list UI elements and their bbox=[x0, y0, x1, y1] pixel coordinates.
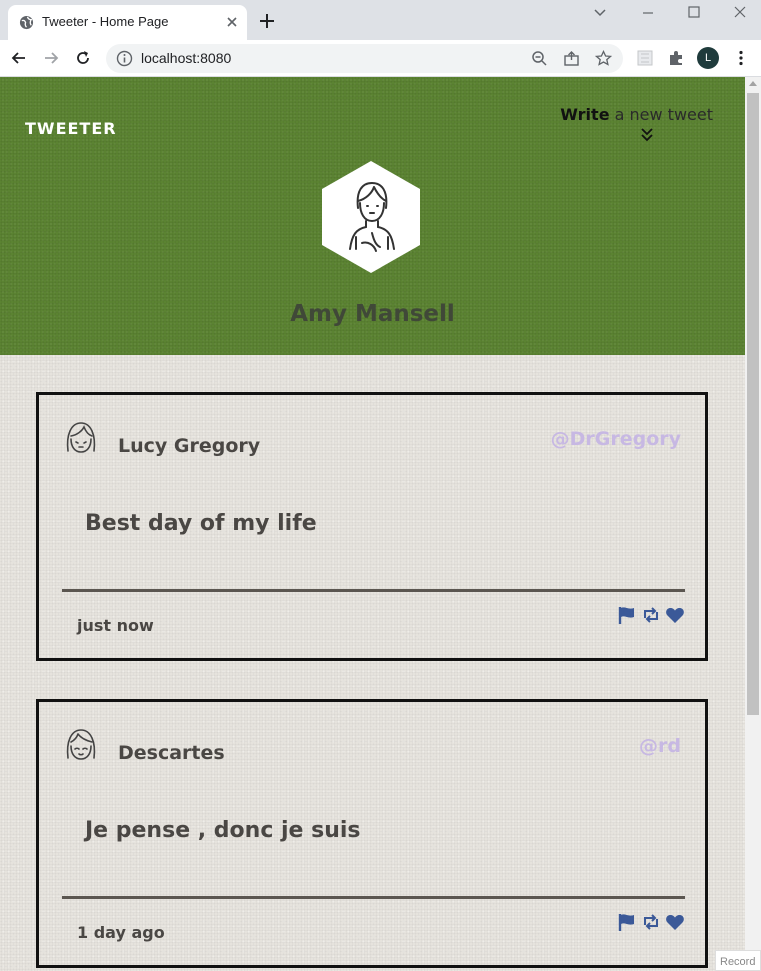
tweet-divider bbox=[62, 896, 685, 899]
scrollbar-thumb[interactable] bbox=[747, 93, 759, 715]
minimize-icon[interactable] bbox=[640, 4, 656, 20]
record-button[interactable]: Record bbox=[715, 950, 761, 971]
vertical-scrollbar[interactable] bbox=[745, 77, 761, 971]
close-window-icon[interactable] bbox=[732, 4, 748, 20]
site-info-icon[interactable] bbox=[116, 50, 133, 67]
user-avatar-icon bbox=[66, 729, 96, 760]
new-tab-icon[interactable] bbox=[258, 12, 276, 30]
tab-search-chevron-icon[interactable] bbox=[592, 4, 608, 20]
compose-rest-text: a new tweet bbox=[609, 105, 713, 124]
profile-avatar[interactable]: L bbox=[697, 47, 719, 69]
extension-puzzle-grid-icon[interactable] bbox=[636, 49, 654, 67]
profile-name: Amy Mansell bbox=[290, 301, 455, 327]
address-bar[interactable]: localhost:8080 bbox=[106, 44, 623, 73]
page-viewport: TWEETER Write a new tweet Amy Mansell Lu… bbox=[0, 77, 745, 971]
maximize-icon[interactable] bbox=[686, 4, 702, 20]
tweet-author-name: Lucy Gregory bbox=[118, 435, 261, 457]
zoom-icon[interactable] bbox=[531, 50, 548, 67]
close-tab-icon[interactable] bbox=[224, 14, 240, 30]
tweet-author-handle: @DrGregory bbox=[550, 428, 681, 450]
user-avatar-icon bbox=[66, 422, 96, 453]
profile-header: TWEETER Write a new tweet Amy Mansell bbox=[0, 77, 745, 355]
extensions-icon[interactable] bbox=[667, 49, 685, 67]
profile-avatar-image bbox=[322, 161, 420, 273]
reload-icon[interactable] bbox=[73, 48, 93, 68]
flag-icon[interactable] bbox=[617, 605, 637, 625]
tweet-actions bbox=[617, 912, 687, 934]
tweet-author-name: Descartes bbox=[118, 742, 225, 764]
brand-logo[interactable]: TWEETER bbox=[25, 119, 117, 138]
browser-tab[interactable]: Tweeter - Home Page bbox=[8, 5, 247, 40]
tweet-body: Je pense , donc je suis bbox=[85, 818, 361, 843]
tweet-author-handle: @rd bbox=[639, 735, 681, 757]
scroll-up-arrow-icon[interactable] bbox=[749, 81, 757, 86]
tab-title: Tweeter - Home Page bbox=[42, 14, 169, 29]
compose-tweet-link[interactable]: Write a new tweet bbox=[560, 105, 713, 124]
retweet-icon[interactable] bbox=[641, 912, 661, 932]
tweet-actions bbox=[617, 605, 687, 627]
back-arrow-icon[interactable] bbox=[9, 48, 29, 68]
double-chevron-down-icon[interactable] bbox=[640, 127, 654, 143]
compose-strong-text: Write bbox=[560, 105, 610, 124]
tweet-body: Best day of my life bbox=[85, 511, 317, 536]
share-icon[interactable] bbox=[563, 50, 580, 67]
tweet-divider bbox=[62, 589, 685, 592]
url-text[interactable]: localhost:8080 bbox=[141, 50, 231, 66]
tweet-timestamp: just now bbox=[77, 616, 154, 635]
browser-toolbar: localhost:8080 L bbox=[0, 40, 761, 77]
tweet-card: Lucy Gregory @DrGregory Best day of my l… bbox=[36, 392, 708, 661]
bookmark-star-icon[interactable] bbox=[595, 50, 612, 67]
forward-arrow-icon[interactable] bbox=[41, 48, 61, 68]
flag-icon[interactable] bbox=[617, 912, 637, 932]
globe-icon bbox=[19, 15, 34, 30]
tweet-card: Descartes @rd Je pense , donc je suis 1 … bbox=[36, 699, 708, 968]
tweet-timestamp: 1 day ago bbox=[77, 923, 165, 942]
heart-icon[interactable] bbox=[665, 912, 685, 932]
heart-icon[interactable] bbox=[665, 605, 685, 625]
more-menu-icon[interactable] bbox=[732, 49, 750, 67]
browser-tabbar: Tweeter - Home Page bbox=[0, 0, 761, 40]
retweet-icon[interactable] bbox=[641, 605, 661, 625]
